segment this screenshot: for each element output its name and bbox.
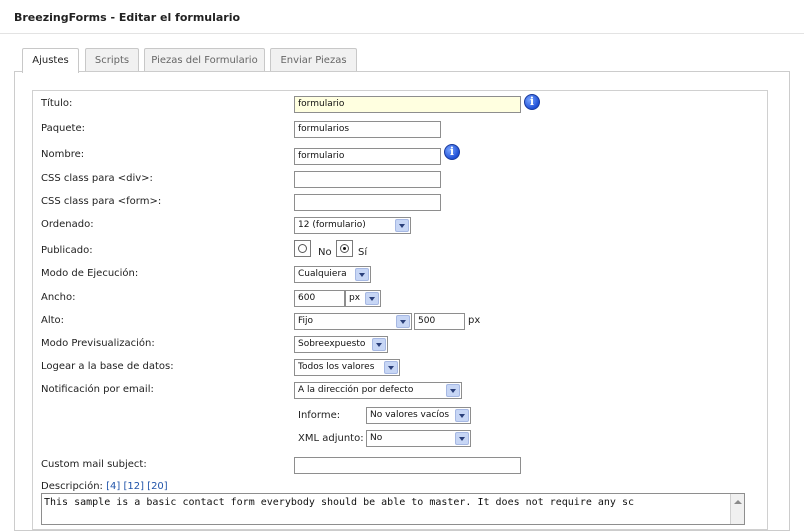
alto-mode-select[interactable]: Fijo <box>294 313 412 330</box>
descripcion-text: This sample is a basic contact form ever… <box>44 497 635 508</box>
css-form-label: CSS class para <form>: <box>41 196 162 207</box>
chevron-down-icon <box>455 432 469 445</box>
notificacion-value: A la dirección por defecto <box>298 385 414 395</box>
nombre-label: Nombre: <box>41 149 85 160</box>
notificacion-label: Notificación por email: <box>41 384 154 395</box>
descripcion-link-12[interactable]: [12] <box>123 481 144 492</box>
page-title: BreezingForms - Editar el formulario <box>14 11 241 24</box>
ordenado-value: 12 (formulario) <box>298 220 366 230</box>
modo-ejecucion-select[interactable]: Cualquiera <box>294 266 371 283</box>
alto-mode-value: Fijo <box>298 316 314 326</box>
descripcion-link-4[interactable]: [4] <box>106 481 120 492</box>
logear-select[interactable]: Todos los valores <box>294 359 400 376</box>
notificacion-select[interactable]: A la dirección por defecto <box>294 382 462 399</box>
informe-label: Informe: <box>298 410 341 421</box>
logear-label: Logear a la base de datos: <box>41 361 174 372</box>
informe-value: No valores vacíos <box>370 410 450 420</box>
paquete-label: Paquete: <box>41 123 85 134</box>
chevron-down-icon <box>395 219 409 232</box>
chevron-down-icon <box>384 361 398 374</box>
logear-value: Todos los valores <box>298 362 375 372</box>
publicado-si-radio[interactable] <box>336 240 353 257</box>
tab-enviar-piezas[interactable]: Enviar Piezas <box>270 48 357 72</box>
chevron-down-icon <box>396 315 410 328</box>
ancho-input[interactable]: 600 <box>294 290 345 307</box>
informe-select[interactable]: No valores vacíos <box>366 407 471 424</box>
modo-previsualizacion-value: Sobreexpuesto <box>298 339 366 349</box>
modo-ejecucion-value: Cualquiera <box>298 269 347 279</box>
info-icon[interactable]: i <box>444 144 460 160</box>
publicado-label: Publicado: <box>41 245 93 256</box>
css-form-input[interactable] <box>294 194 441 211</box>
scrollbar[interactable] <box>730 494 744 524</box>
descripcion-link-20[interactable]: [20] <box>147 481 168 492</box>
custom-subject-input[interactable] <box>294 457 521 474</box>
alto-label: Alto: <box>41 315 65 326</box>
alto-unit: px <box>468 315 481 326</box>
header-divider <box>0 33 804 34</box>
css-div-input[interactable] <box>294 171 441 188</box>
xml-adjunto-select[interactable]: No <box>366 430 471 447</box>
xml-adjunto-label: XML adjunto: <box>298 433 364 444</box>
chevron-down-icon <box>372 338 386 351</box>
chevron-down-icon <box>455 409 469 422</box>
css-div-label: CSS class para <div>: <box>41 173 153 184</box>
descripcion-label: Descripción: <box>41 481 103 492</box>
publicado-no-radio[interactable] <box>294 240 311 257</box>
tab-piezas-formulario[interactable]: Piezas del Formulario <box>144 48 265 72</box>
tab-ajustes[interactable]: Ajustes <box>22 48 79 73</box>
titulo-label: Título: <box>41 98 73 109</box>
chevron-down-icon <box>365 292 379 305</box>
descripcion-textarea[interactable]: This sample is a basic contact form ever… <box>41 493 745 525</box>
custom-subject-label: Custom mail subject: <box>41 459 147 470</box>
alto-input[interactable]: 500 <box>414 313 465 330</box>
tab-scripts[interactable]: Scripts <box>85 48 139 72</box>
info-icon[interactable]: i <box>524 94 540 110</box>
chevron-down-icon <box>355 268 369 281</box>
ordenado-label: Ordenado: <box>41 219 94 230</box>
nombre-input[interactable]: formulario <box>294 148 441 165</box>
modo-previsualizacion-select[interactable]: Sobreexpuesto <box>294 336 388 353</box>
modo-ejecucion-label: Modo de Ejecución: <box>41 268 139 279</box>
ancho-label: Ancho: <box>41 292 76 303</box>
ancho-unit-value: px <box>349 293 361 303</box>
titulo-input[interactable]: formulario <box>294 96 521 113</box>
ordenado-select[interactable]: 12 (formulario) <box>294 217 411 234</box>
ancho-unit-select[interactable]: px <box>345 290 381 307</box>
modo-previsualizacion-label: Modo Previsualización: <box>41 338 155 349</box>
xml-adjunto-value: No <box>370 433 383 443</box>
descripcion-label-row: Descripción: [4] [12] [20] <box>41 481 168 492</box>
publicado-si-label: Sí <box>358 247 368 258</box>
paquete-input[interactable]: formularios <box>294 121 441 138</box>
chevron-down-icon <box>446 384 460 397</box>
publicado-no-label: No <box>318 247 332 258</box>
